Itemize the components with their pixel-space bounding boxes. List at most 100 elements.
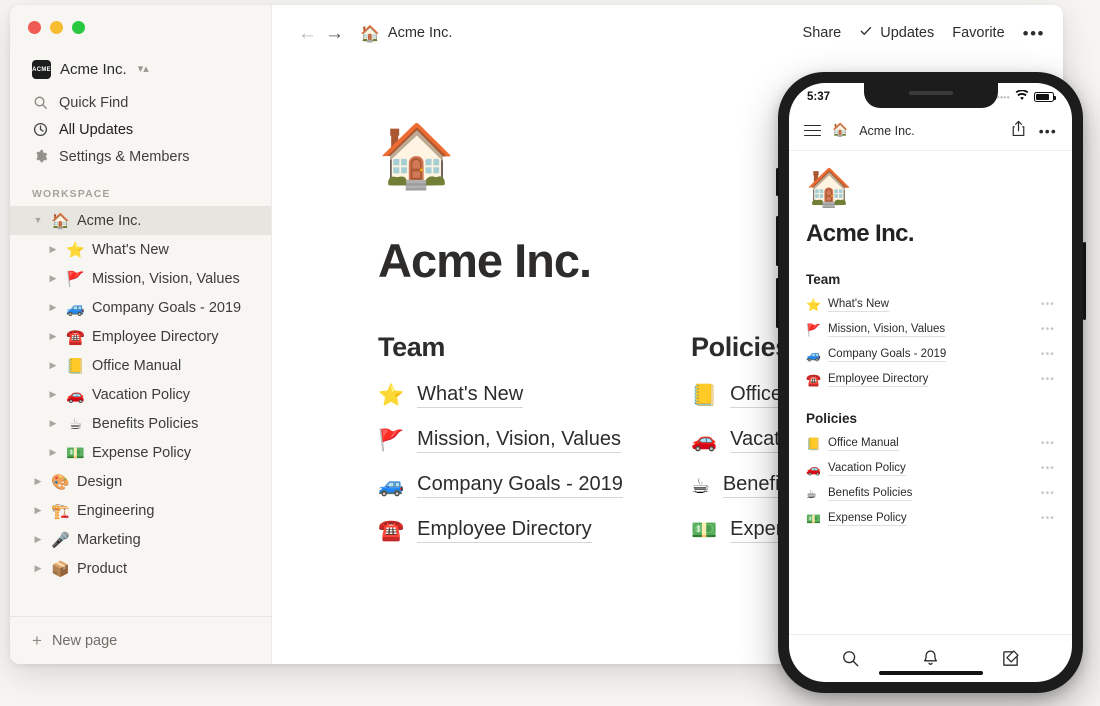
tree-item[interactable]: ▶ ☕ Benefits Policies [10, 409, 271, 438]
share-label: Share [802, 25, 842, 41]
tree-item[interactable]: ▶ 🚗 Vacation Policy [10, 380, 271, 409]
minimize-window-button[interactable] [50, 21, 63, 34]
phone-volume-down-button [775, 278, 779, 328]
chevron-right-icon[interactable]: ▶ [32, 477, 44, 486]
phone-page-link-label: Expense Policy [828, 512, 907, 526]
page-link-label: What's New [417, 383, 524, 408]
maximize-window-button[interactable] [72, 21, 85, 34]
share-button[interactable]: Share [803, 25, 842, 41]
phone-page-link-more-icon[interactable]: ••• [1041, 514, 1055, 524]
phone-page-link[interactable]: 🚩 Mission, Vision, Values ••• [806, 323, 1055, 337]
ellipsis-icon[interactable]: ••• [1039, 124, 1057, 138]
tree-item[interactable]: ▶ ⭐ What's New [10, 235, 271, 264]
tree-item-emoji: 🚩 [66, 269, 85, 288]
new-page-label: New page [51, 632, 118, 649]
tree-item-label: Expense Policy [92, 444, 192, 461]
breadcrumb[interactable]: 🏠 Acme Inc. [360, 24, 452, 43]
gear-icon [32, 148, 49, 165]
tree-item[interactable]: ▼ 🏠 Acme Inc. [10, 206, 271, 235]
search-icon[interactable] [841, 649, 860, 668]
chevron-right-icon[interactable]: ▶ [47, 419, 59, 428]
phone-page-link[interactable]: ☕ Benefits Policies ••• [806, 487, 1055, 501]
sidebar: ACME Acme Inc. ▾▴ Quick Find All Updates… [10, 5, 272, 664]
close-window-button[interactable] [28, 21, 41, 34]
chevron-right-icon[interactable]: ▶ [32, 564, 44, 573]
favorite-button[interactable]: Favorite [952, 25, 1004, 41]
tree-item[interactable]: ▶ 💵 Expense Policy [10, 438, 271, 467]
sidebar-item-all-updates[interactable]: All Updates [20, 116, 261, 143]
phone-page-link[interactable]: 📒 Office Manual ••• [806, 437, 1055, 451]
page-link-emoji: 📒 [691, 383, 718, 407]
tree-item-label: Marketing [77, 531, 141, 548]
phone-header-actions: ••• [1011, 120, 1057, 142]
phone-page-link-emoji: 🚩 [806, 323, 821, 337]
arrow-right-icon[interactable]: → [321, 24, 348, 43]
share-icon[interactable] [1011, 120, 1026, 142]
chevron-right-icon[interactable]: ▶ [47, 245, 59, 254]
phone-page-link-more-icon[interactable]: ••• [1041, 325, 1055, 335]
page-link[interactable]: ⭐ What's New [378, 383, 691, 408]
phone-page-link-more-icon[interactable]: ••• [1041, 375, 1055, 385]
phone-page-link-more-icon[interactable]: ••• [1041, 350, 1055, 360]
page-link[interactable]: 🚩 Mission, Vision, Values [378, 428, 691, 453]
phone-page-link-more-icon[interactable]: ••• [1041, 300, 1055, 310]
tree-item-emoji: 🎨 [51, 472, 70, 491]
tree-item[interactable]: ▶ 📦 Product [10, 554, 271, 583]
workspace-switcher[interactable]: ACME Acme Inc. ▾▴ [20, 54, 261, 85]
bell-icon[interactable] [921, 649, 940, 668]
page-link[interactable]: ☎️ Employee Directory [378, 518, 691, 543]
chevron-right-icon[interactable]: ▶ [47, 332, 59, 341]
chevron-right-icon[interactable]: ▶ [47, 274, 59, 283]
phone-page-link-emoji: ⭐ [806, 298, 821, 312]
column-heading: Team [378, 332, 445, 362]
tree-item-emoji: 🚗 [66, 385, 85, 404]
phone-page-link-more-icon[interactable]: ••• [1041, 439, 1055, 449]
tree-item-label: Employee Directory [92, 328, 219, 345]
tree-item[interactable]: ▶ 📒 Office Manual [10, 351, 271, 380]
phone-header: 🏠 Acme Inc. ••• [789, 111, 1072, 151]
tree-item[interactable]: ▶ 🚩 Mission, Vision, Values [10, 264, 271, 293]
chevron-right-icon[interactable]: ▶ [47, 448, 59, 457]
breadcrumb-label: Acme Inc. [387, 25, 453, 41]
phone-page-link-emoji: 🚗 [806, 462, 821, 476]
chevron-right-icon[interactable]: ▶ [47, 390, 59, 399]
ellipsis-icon[interactable]: ••• [1023, 25, 1045, 42]
sidebar-item-settings-members[interactable]: Settings & Members [20, 143, 261, 170]
tree-item-emoji: 🚙 [66, 298, 85, 317]
tree-item[interactable]: ▶ ☎️ Employee Directory [10, 322, 271, 351]
tree-item-emoji: 💵 [66, 443, 85, 462]
tree-item-emoji: 📦 [51, 559, 70, 578]
tree-item-emoji: 🎤 [51, 530, 70, 549]
chevron-down-icon[interactable]: ▼ [32, 216, 44, 225]
phone-page-emoji: 🏠 [806, 166, 853, 209]
hamburger-menu-icon[interactable] [804, 124, 821, 137]
phone-page-link[interactable]: 💵 Expense Policy ••• [806, 512, 1055, 526]
compose-icon[interactable] [1001, 649, 1020, 668]
updates-button[interactable]: Updates [859, 24, 934, 42]
chevron-right-icon[interactable]: ▶ [47, 361, 59, 370]
phone-page-link[interactable]: ☎️ Employee Directory ••• [806, 373, 1055, 387]
chevron-right-icon[interactable]: ▶ [32, 506, 44, 515]
phone-page-link-more-icon[interactable]: ••• [1041, 489, 1055, 499]
page-link[interactable]: 🚙 Company Goals - 2019 [378, 473, 691, 498]
arrow-left-icon[interactable]: ← [294, 24, 321, 43]
phone-page-body: 🏠 Acme Inc. Team ⭐ What's New ••• 🚩 Mission, … [789, 151, 1072, 634]
tree-item-emoji: 📒 [66, 356, 85, 375]
phone-page-link-label: Employee Directory [828, 373, 929, 387]
chevron-updown-icon: ▾▴ [137, 63, 149, 75]
phone-page-link[interactable]: 🚙 Company Goals - 2019 ••• [806, 348, 1055, 362]
sidebar-item-quick-find[interactable]: Quick Find [20, 89, 261, 116]
phone-mute-switch [775, 168, 779, 196]
tree-item[interactable]: ▶ 🎤 Marketing [10, 525, 271, 554]
page-link-label: Employee Directory [417, 518, 592, 543]
new-page-button[interactable]: + New page [10, 616, 271, 664]
tree-item[interactable]: ▶ 🏗️ Engineering [10, 496, 271, 525]
phone-page-link-more-icon[interactable]: ••• [1041, 464, 1055, 474]
phone-page-link[interactable]: 🚗 Vacation Policy ••• [806, 462, 1055, 476]
phone-page-link[interactable]: ⭐ What's New ••• [806, 298, 1055, 312]
chevron-right-icon[interactable]: ▶ [32, 535, 44, 544]
tree-item[interactable]: ▶ 🎨 Design [10, 467, 271, 496]
chevron-right-icon[interactable]: ▶ [47, 303, 59, 312]
tree-item[interactable]: ▶ 🚙 Company Goals - 2019 [10, 293, 271, 322]
status-time: 5:37 [807, 91, 831, 103]
